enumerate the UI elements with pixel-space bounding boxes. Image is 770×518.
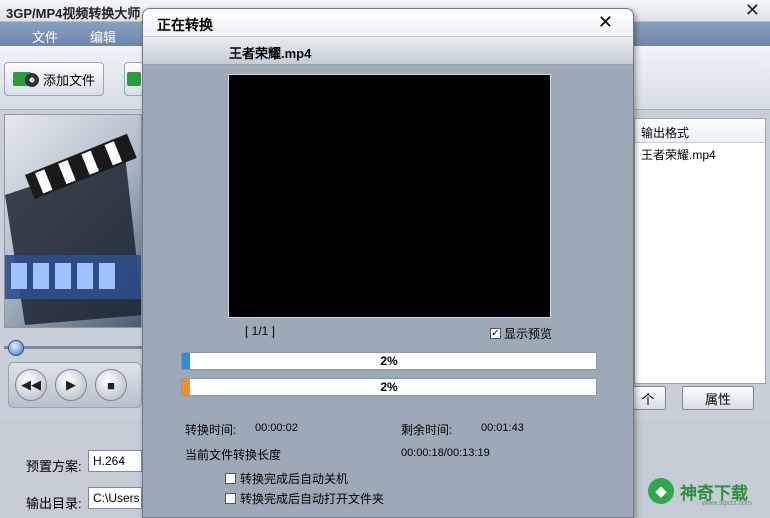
remaining-time-value: 00:01:43 — [481, 422, 524, 434]
output-dir-field[interactable]: C:\Users — [88, 487, 142, 509]
output-dir-value: C:\Users — [93, 491, 140, 505]
rewind-button[interactable]: ◀◀ — [15, 369, 47, 401]
file-progress-bar: 2% — [181, 352, 597, 370]
watermark-logo-icon: ◆ — [648, 478, 674, 504]
menu-edit[interactable]: 编辑 — [90, 27, 116, 46]
conversion-preview-screen — [228, 74, 551, 318]
auto-shutdown-label: 转换完成后自动关机 — [240, 472, 349, 486]
preset-value: H.264 — [93, 454, 126, 468]
show-preview-checkbox[interactable]: ✓ — [490, 328, 501, 339]
partial-button[interactable]: 个 — [630, 386, 666, 410]
auto-shutdown-checkbox[interactable] — [225, 473, 236, 484]
list-header-output-format[interactable]: 输出格式 — [635, 119, 765, 143]
show-preview-label: 显示预览 — [504, 327, 553, 341]
total-progress-bar: 2% — [181, 378, 597, 396]
properties-button[interactable]: 属性 — [682, 386, 754, 410]
converted-length-value: 00:00:18/00:13:19 — [401, 447, 490, 459]
list-item[interactable]: 王者荣耀.mp4 — [635, 143, 765, 166]
menu-file[interactable]: 文件 — [32, 27, 58, 46]
main-close-icon[interactable]: ✕ — [745, 0, 760, 21]
film-reel-icon — [13, 68, 39, 90]
total-progress-percent: 2% — [380, 380, 398, 394]
video-preview-pane — [4, 114, 142, 328]
remaining-time-label: 剩余时间: — [401, 423, 453, 437]
converting-dialog: 正在转换 ✕ 王者荣耀.mp4 [ 1/1 ] ✓ 显示预览 2% 2% 转换时… — [142, 8, 634, 518]
file-counter: [ 1/1 ] — [245, 324, 276, 338]
preset-select[interactable]: H.264 — [88, 450, 142, 472]
clapperboard-graphic — [5, 133, 141, 325]
file-progress-percent: 2% — [380, 354, 398, 368]
toolbar-button-2[interactable] — [124, 62, 144, 96]
auto-shutdown-option[interactable]: 转换完成后自动关机 — [225, 470, 348, 487]
seek-bar[interactable] — [4, 340, 142, 356]
watermark-url: www.sqxzz.com — [702, 500, 752, 507]
elapsed-time-value: 00:00:02 — [255, 422, 298, 434]
output-dir-label: 输出目录: — [26, 496, 82, 511]
dialog-title: 正在转换 — [157, 17, 213, 33]
show-preview-toggle[interactable]: ✓ 显示预览 — [490, 325, 552, 342]
current-file-bar: 王者荣耀.mp4 — [143, 37, 633, 65]
converted-length-label: 当前文件转换长度 — [185, 448, 282, 462]
file-list[interactable]: 输出格式 王者荣耀.mp4 — [634, 118, 766, 384]
player-controls: ◀◀ ▶ ■ — [8, 362, 142, 408]
auto-open-folder-label: 转换完成后自动打开文件夹 — [240, 492, 385, 506]
app-title: 3GP/MP4视频转换大师 — [6, 6, 141, 21]
film-icon — [125, 68, 141, 90]
watermark: ◆ 神奇下载 www.sqxzz.com — [648, 468, 766, 514]
add-file-label: 添加文件 — [43, 72, 96, 88]
add-file-button[interactable]: 添加文件 — [4, 62, 105, 96]
stop-button[interactable]: ■ — [95, 369, 127, 401]
auto-open-folder-checkbox[interactable] — [225, 493, 236, 504]
seek-handle[interactable] — [8, 340, 24, 356]
current-file-name: 王者荣耀.mp4 — [229, 46, 312, 61]
dialog-titlebar: 正在转换 ✕ — [143, 9, 633, 37]
elapsed-time-label: 转换时间: — [185, 423, 237, 437]
play-button[interactable]: ▶ — [55, 369, 87, 401]
auto-open-folder-option[interactable]: 转换完成后自动打开文件夹 — [225, 490, 384, 507]
dialog-close-icon[interactable]: ✕ — [598, 12, 613, 33]
preset-label: 预置方案: — [26, 459, 82, 474]
